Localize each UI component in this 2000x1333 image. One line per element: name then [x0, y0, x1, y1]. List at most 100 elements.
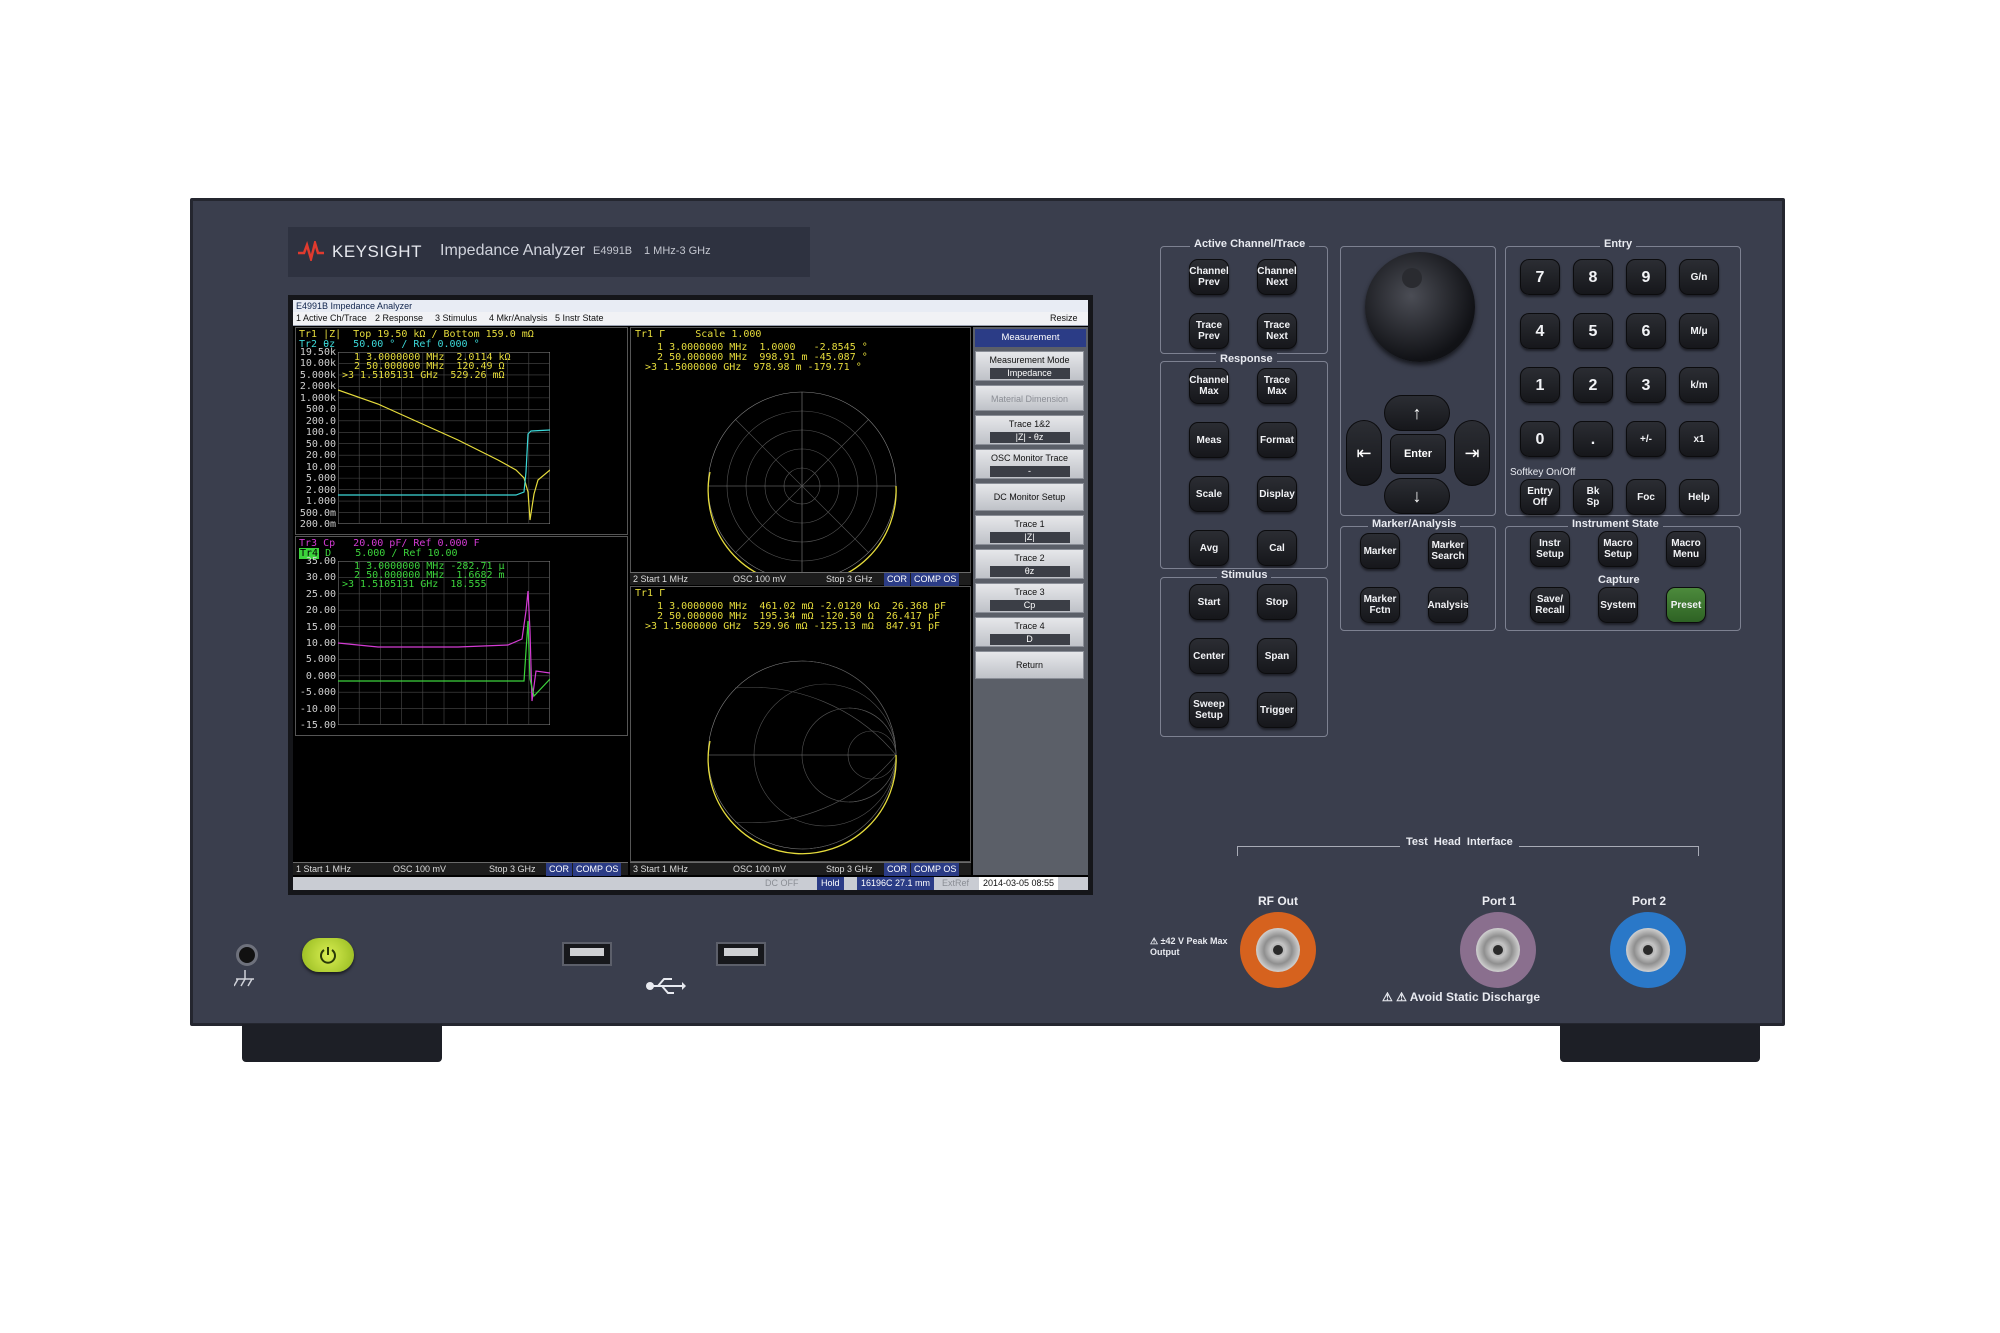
format-key[interactable]: Format	[1257, 422, 1297, 458]
ch2-cor-badge: COR	[884, 573, 910, 586]
menu-mkr-analysis[interactable]: 4 Mkr/Analysis	[489, 312, 548, 325]
entry-key-2[interactable]: 2	[1573, 367, 1613, 403]
marker-key[interactable]: Marker	[1360, 533, 1400, 569]
softkey-measurement-mode[interactable]: Measurement Mode Impedance	[975, 351, 1084, 381]
ch2-start: 2 Start 1 MHz	[633, 574, 689, 584]
marker-search-key[interactable]: Marker Search	[1428, 533, 1468, 569]
port2-label: Port 2	[1632, 894, 1667, 908]
entry-off-key[interactable]: Entry Off	[1520, 479, 1560, 515]
enter-key[interactable]: Enter	[1390, 434, 1446, 474]
channel-prev-key[interactable]: Channel Prev	[1189, 259, 1229, 295]
ch3-stop: Stop 3 GHz	[826, 864, 873, 874]
rf-out-connector[interactable]	[1240, 912, 1316, 988]
span-key[interactable]: Span	[1257, 638, 1297, 674]
window-title: E4991B Impedance Analyzer	[293, 300, 1088, 312]
ch1-top-ytick: 5.000k	[299, 369, 336, 381]
analysis-key[interactable]: Analysis	[1427, 587, 1469, 623]
channel-max-key[interactable]: Channel Max	[1189, 368, 1229, 404]
menu-active-ch[interactable]: 1 Active Ch/Trace	[296, 312, 367, 325]
softkey-onoff-label: Softkey On/Off	[1510, 467, 1576, 478]
focus-key[interactable]: Foc	[1626, 479, 1666, 515]
softkey-value: θz	[989, 566, 1070, 577]
entry-key-8[interactable]: 8	[1573, 259, 1613, 295]
ch3-marker-3: >3 1.5000000 GHz 529.96 mΩ -125.13 mΩ 84…	[645, 621, 941, 632]
menu-response[interactable]: 2 Response	[375, 312, 423, 325]
ch3-osc: OSC 100 mV	[733, 864, 787, 874]
rotary-knob[interactable]	[1365, 252, 1475, 362]
entry-key-g-n[interactable]: G/n	[1679, 259, 1719, 295]
left-arrow-key[interactable]: ⇤	[1346, 420, 1382, 486]
ch1-top-ytick: 100.0	[305, 427, 336, 439]
entry-key-k-m[interactable]: k/m	[1679, 367, 1719, 403]
entry-key-9[interactable]: 9	[1626, 259, 1666, 295]
entry-key-decimal[interactable]: .	[1573, 421, 1613, 457]
trace-prev-key[interactable]: Trace Prev	[1189, 313, 1229, 349]
entry-key-0[interactable]: 0	[1520, 421, 1560, 457]
display-key[interactable]: Display	[1257, 476, 1297, 512]
macro-setup-key[interactable]: Macro Setup	[1598, 531, 1638, 567]
macro-menu-key[interactable]: Macro Menu	[1666, 531, 1706, 567]
preset-key[interactable]: Preset	[1666, 587, 1706, 623]
peak-max-warning: ⚠ ±42 V Peak Max Output	[1150, 936, 1228, 957]
entry-key-5[interactable]: 5	[1573, 313, 1613, 349]
keysight-logo-icon	[298, 241, 324, 261]
sweep-setup-key[interactable]: Sweep Setup	[1189, 692, 1229, 728]
channel-next-key[interactable]: Channel Next	[1257, 259, 1297, 295]
menu-instr-state[interactable]: 5 Instr State	[555, 312, 604, 325]
trace-max-key[interactable]: Trace Max	[1257, 368, 1297, 404]
port1-connector[interactable]	[1460, 912, 1536, 988]
entry-key-3[interactable]: 3	[1626, 367, 1666, 403]
softkey-trace-4[interactable]: Trace 4 D	[975, 617, 1084, 647]
softkey-dc-monitor-setup[interactable]: DC Monitor Setup	[975, 483, 1084, 511]
entry-key-4[interactable]: 4	[1520, 313, 1560, 349]
usb-port-1[interactable]	[562, 942, 612, 966]
cal-key[interactable]: Cal	[1257, 530, 1297, 566]
softkey-label: Trace 1	[1014, 519, 1045, 529]
entry-key-plus-minus[interactable]: +/-	[1626, 421, 1666, 457]
start-key[interactable]: Start	[1189, 584, 1229, 620]
softkey-label: Material Dimension	[990, 394, 1069, 404]
up-arrow-key[interactable]: ↑	[1384, 395, 1450, 431]
entry-key-m-mu[interactable]: M/μ	[1679, 313, 1719, 349]
connector-pin	[1271, 943, 1285, 957]
entry-key-1[interactable]: 1	[1520, 367, 1560, 403]
menu-stimulus[interactable]: 3 Stimulus	[435, 312, 477, 325]
stop-key[interactable]: Stop	[1257, 584, 1297, 620]
softkey-trace-1[interactable]: Trace 1 |Z|	[975, 515, 1084, 545]
entry-key-x1[interactable]: x1	[1679, 421, 1719, 457]
help-key[interactable]: Help	[1679, 479, 1719, 515]
softkey-trace-2[interactable]: Trace 2 θz	[975, 549, 1084, 579]
softkey-value: |Z| - θz	[989, 432, 1070, 443]
down-arrow-key[interactable]: ↓	[1384, 478, 1450, 514]
ch1-bottom-ytick: 10.00	[305, 638, 336, 649]
power-button[interactable]	[302, 938, 354, 972]
ch1-bottom-panel: Tr3 Cp 20.00 pF/ Ref 0.000 F Tr4 D 5.000…	[295, 536, 628, 736]
softkey-trace-1-2[interactable]: Trace 1&2 |Z| - θz	[975, 415, 1084, 445]
softkey-material-dimension[interactable]: Material Dimension	[975, 385, 1084, 411]
port2-connector[interactable]	[1610, 912, 1686, 988]
softkey-osc-monitor-trace[interactable]: OSC Monitor Trace -	[975, 449, 1084, 479]
save-recall-key[interactable]: Save/ Recall	[1530, 587, 1570, 623]
right-arrow-key[interactable]: ⇥	[1454, 420, 1490, 486]
ch1-bottom-ytick: -5.000	[299, 687, 336, 699]
backspace-key[interactable]: Bk Sp	[1573, 479, 1613, 515]
usb-port-2[interactable]	[716, 942, 766, 966]
scale-key[interactable]: Scale	[1189, 476, 1229, 512]
trace-next-key[interactable]: Trace Next	[1257, 313, 1297, 349]
center-key[interactable]: Center	[1189, 638, 1229, 674]
softkey-return[interactable]: Return	[975, 651, 1084, 679]
ch3-start: 3 Start 1 MHz	[633, 864, 689, 874]
avg-key[interactable]: Avg	[1189, 530, 1229, 566]
instr-setup-key[interactable]: Instr Setup	[1530, 531, 1570, 567]
marker-fctn-key[interactable]: Marker Fctn	[1360, 587, 1400, 623]
meas-key[interactable]: Meas	[1189, 422, 1229, 458]
entry-key-6[interactable]: 6	[1626, 313, 1666, 349]
ground-jack[interactable]	[236, 944, 258, 966]
system-key[interactable]: System	[1598, 587, 1638, 623]
trigger-key[interactable]: Trigger	[1257, 692, 1297, 728]
ch2-marker-3: >3 1.5000000 GHz 978.98 m -179.71 °	[645, 362, 862, 373]
resize-button[interactable]: Resize	[1050, 312, 1078, 325]
active-channel-label: Active Channel/Trace	[1190, 238, 1310, 250]
entry-key-7[interactable]: 7	[1520, 259, 1560, 295]
softkey-trace-3[interactable]: Trace 3 Cp	[975, 583, 1084, 613]
